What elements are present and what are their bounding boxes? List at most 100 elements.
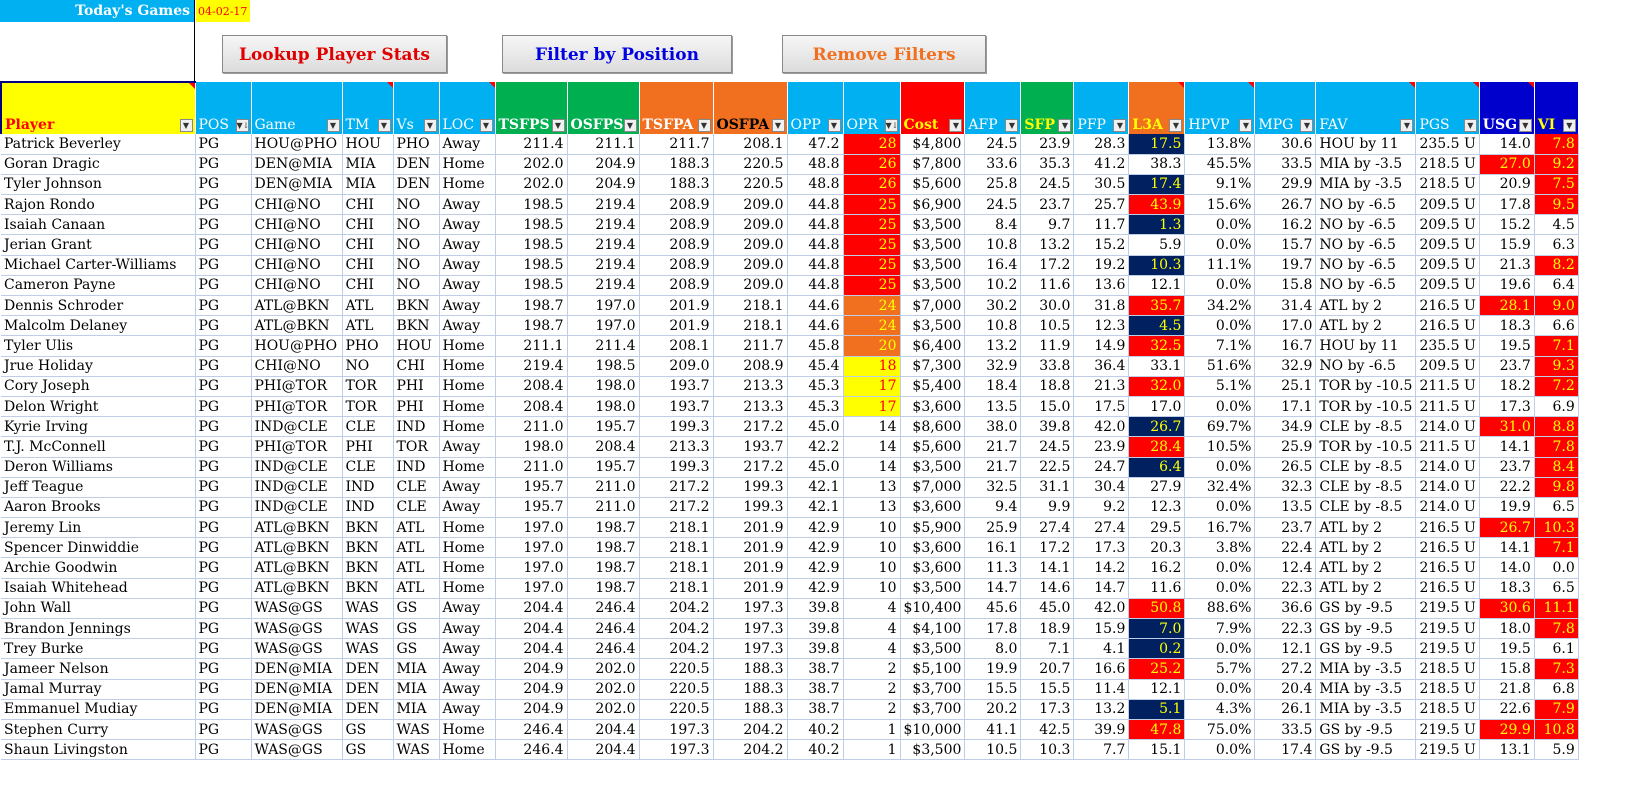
cell-mpg[interactable]: 17.4 [1254,739,1317,761]
cell-l3a[interactable]: 17.5 [1128,134,1186,155]
cell-osfpa[interactable]: 201.9 [713,578,788,599]
cell-hpvp[interactable]: 7.9% [1184,618,1256,640]
cell-pfp[interactable]: 28.3 [1073,134,1130,155]
cell-opr[interactable]: 4 [843,598,901,620]
cell-hpvp[interactable]: 69.7% [1184,416,1256,438]
column-header-osfps[interactable]: OSFPS ▼ [567,82,640,134]
cell-vi[interactable]: 6.8 [1534,679,1579,700]
table-row[interactable]: Jrue Holiday PG CHI@NO NO CHI Home 219.4 198.5 2… [1,356,1579,377]
filter-by-position-button[interactable]: Filter by Position [502,35,732,73]
cell-cost[interactable]: $5,900 [900,517,966,539]
cell-tm[interactable]: BKN [342,517,394,539]
cell-pgs[interactable]: 219.5 U [1415,719,1480,741]
cell-loc[interactable]: Home [439,396,496,418]
cell-pfp[interactable]: 24.7 [1073,457,1130,478]
cell-game[interactable]: ATL@BKN [251,537,343,559]
cell-tm[interactable]: DEN [342,658,394,680]
cell-osfps[interactable]: 198.7 [567,578,640,599]
cell-pfp[interactable]: 42.0 [1073,598,1130,620]
cell-osfpa[interactable]: 209.0 [713,194,788,216]
cell-hpvp[interactable]: 0.0% [1184,214,1256,236]
cell-sfp[interactable]: 17.3 [1020,699,1075,720]
cell-tm[interactable]: MIA [342,174,394,196]
cell-pos[interactable]: PG [194,618,252,640]
cell-opp[interactable]: 45.8 [787,335,844,357]
cell-l3a[interactable]: 20.3 [1128,537,1186,559]
cell-hpvp[interactable]: 0.0% [1184,275,1256,297]
cell-pgs[interactable]: 209.5 U [1415,275,1480,297]
cell-player[interactable]: Kyrie Irving [1,416,196,438]
cell-osfps[interactable]: 204.4 [567,739,640,761]
cell-tm[interactable]: WAS [342,598,394,620]
cell-vi[interactable]: 6.5 [1534,578,1579,599]
cell-osfps[interactable]: 219.4 [567,194,640,216]
cell-player[interactable]: Isaiah Whitehead [1,578,196,599]
cell-tm[interactable]: CHI [342,214,394,236]
cell-hpvp[interactable]: 15.6% [1184,194,1256,216]
cell-mpg[interactable]: 20.4 [1254,679,1317,700]
cell-tsfps[interactable]: 204.4 [495,638,568,660]
cell-osfpa[interactable]: 188.3 [713,699,788,720]
cell-usg[interactable]: 19.9 [1479,497,1535,519]
cell-hpvp[interactable]: 88.6% [1184,598,1256,620]
cell-tsfps[interactable]: 219.4 [495,356,568,377]
cell-pos[interactable]: PG [194,295,252,317]
cell-afp[interactable]: 19.9 [964,658,1022,680]
cell-fav[interactable]: GS by -9.5 [1315,638,1417,660]
cell-afp[interactable]: 8.0 [964,638,1022,660]
table-row[interactable]: Tyler Ulis PG HOU@PHO PHO HOU Home 211.1 211.4 2… [1,335,1579,357]
cell-opp[interactable]: 39.8 [787,598,844,620]
cell-sfp[interactable]: 27.4 [1020,517,1075,539]
cell-fav[interactable]: MIA by -3.5 [1315,174,1417,196]
cell-tm[interactable]: TOR [342,376,394,397]
cell-osfpa[interactable]: 199.3 [713,497,788,519]
cell-vs[interactable]: GS [393,618,440,640]
cell-tsfps[interactable]: 202.0 [495,154,568,175]
cell-pfp[interactable]: 4.1 [1073,638,1130,660]
cell-hpvp[interactable]: 51.6% [1184,356,1256,377]
cell-tsfps[interactable]: 198.7 [495,295,568,317]
cell-vi[interactable]: 4.5 [1534,214,1579,236]
cell-loc[interactable]: Home [439,154,496,175]
cell-vi[interactable]: 8.2 [1534,255,1579,276]
cell-pfp[interactable]: 36.4 [1073,356,1130,377]
cell-player[interactable]: Patrick Beverley [1,134,196,155]
cell-usg[interactable]: 26.7 [1479,517,1535,539]
cell-opr[interactable]: 17 [843,396,901,418]
cell-pos[interactable]: PG [194,315,252,337]
cell-opp[interactable]: 45.0 [787,457,844,478]
cell-sfp[interactable]: 42.5 [1020,719,1075,741]
cell-tm[interactable]: ATL [342,315,394,337]
cell-pos[interactable]: PG [194,214,252,236]
cell-l3a[interactable]: 25.2 [1128,658,1186,680]
cell-opp[interactable]: 44.8 [787,194,844,216]
cell-loc[interactable]: Away [439,497,496,519]
cell-pgs[interactable]: 235.5 U [1415,134,1480,155]
cell-tsfps[interactable]: 204.9 [495,699,568,720]
cell-osfpa[interactable]: 208.9 [713,356,788,377]
table-row[interactable]: Brandon Jennings PG WAS@GS WAS GS Away 204.4 24… [1,618,1579,640]
cell-osfpa[interactable]: 209.0 [713,255,788,276]
cell-vs[interactable]: MIA [393,699,440,720]
cell-mpg[interactable]: 26.1 [1254,699,1317,720]
cell-vs[interactable]: CLE [393,477,440,498]
cell-fav[interactable]: ATL by 2 [1315,537,1417,559]
cell-tsfps[interactable]: 198.5 [495,255,568,276]
cell-vs[interactable]: WAS [393,739,440,761]
cell-mpg[interactable]: 22.3 [1254,578,1317,599]
cell-tm[interactable]: PHO [342,335,394,357]
cell-afp[interactable]: 24.5 [964,134,1022,155]
cell-sfp[interactable]: 39.8 [1020,416,1075,438]
cell-game[interactable]: IND@CLE [251,497,343,519]
cell-loc[interactable]: Away [439,315,496,337]
cell-game[interactable]: IND@CLE [251,416,343,438]
cell-pgs[interactable]: 214.0 U [1415,416,1480,438]
filter-dropdown-icon[interactable]: ▼ [551,119,565,132]
cell-afp[interactable]: 11.3 [964,557,1022,579]
cell-tsfpa[interactable]: 220.5 [639,679,714,700]
column-header-opp[interactable]: OPP ▼ [787,82,844,134]
cell-usg[interactable]: 28.1 [1479,295,1535,317]
cell-vi[interactable]: 7.8 [1534,134,1579,155]
cell-game[interactable]: CHI@NO [251,356,343,377]
cell-hpvp[interactable]: 5.1% [1184,376,1256,397]
